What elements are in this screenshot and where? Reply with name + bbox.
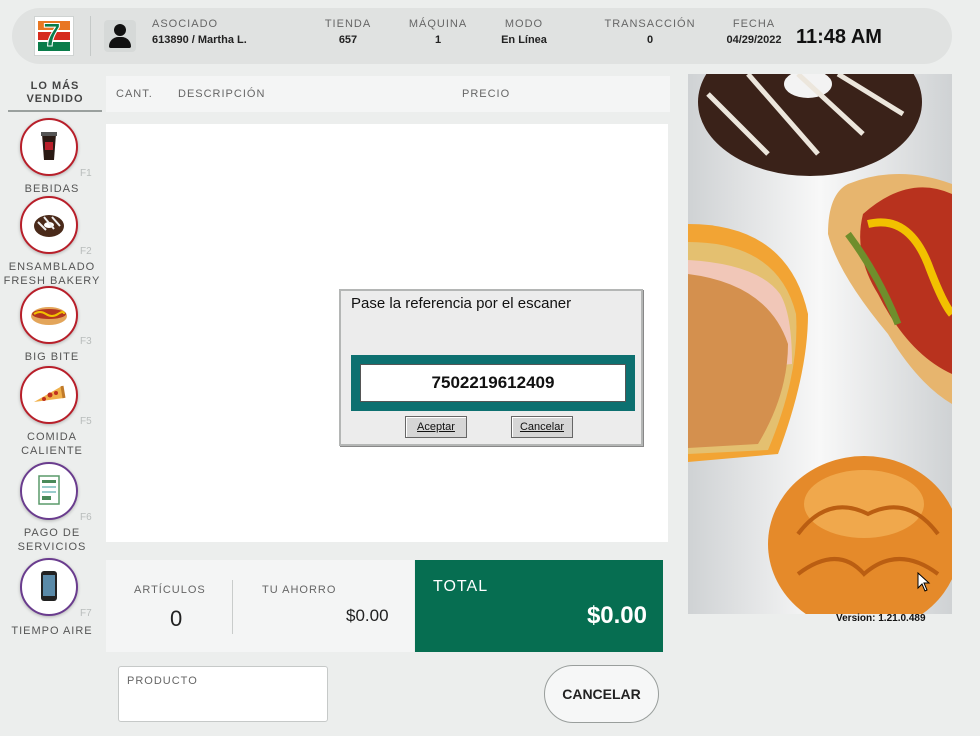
drink-cup-icon (20, 118, 78, 176)
mode-field: MODO En Línea (492, 18, 556, 46)
category-label: COMIDA CALIENTE (21, 431, 83, 457)
product-input[interactable]: PRODUCTO (118, 666, 328, 722)
product-label: PRODUCTO (127, 675, 198, 687)
version-label: Version: 1.21.0.489 (836, 613, 926, 624)
machine-value: 1 (434, 34, 442, 46)
donut-icon (20, 196, 78, 254)
column-qty: CANT. (116, 88, 153, 100)
header-divider (90, 16, 91, 56)
hotdog-image (828, 174, 952, 404)
total-label: TOTAL (433, 578, 489, 595)
shortcut-f7: F7 (80, 608, 92, 619)
date-field: FECHA 04/29/2022 (720, 18, 788, 46)
barcode-input[interactable] (360, 364, 626, 402)
column-description: DESCRIPCIÓN (178, 88, 266, 100)
bill-icon (20, 462, 78, 520)
scan-input-frame (351, 355, 635, 411)
items-count-value: 0 (170, 606, 183, 631)
date-label: FECHA (732, 18, 776, 30)
category-label: BEBIDAS (24, 183, 80, 195)
savings-label: TU AHORRO (262, 584, 337, 596)
accept-button[interactable]: Aceptar (405, 416, 467, 438)
total-value: $0.00 (586, 602, 647, 629)
totals-divider (232, 580, 233, 634)
savings-value: $0.00 (346, 606, 389, 625)
store-label: TIENDA (324, 18, 372, 30)
machine-field: MÁQUINA 1 (404, 18, 472, 46)
shortcut-f6: F6 (80, 512, 92, 523)
shortcut-f1: F1 (80, 168, 92, 179)
transaction-label: TRANSACCIÓN (604, 18, 696, 30)
category-sidebar: LO MÁS VENDIDO F1 BEBIDAS F2 ENSAMBLADO … (0, 74, 104, 654)
mouse-cursor-icon (917, 572, 931, 592)
dialog-title: Pase la referencia por el escaner (351, 295, 572, 312)
transaction-value: 0 (646, 34, 654, 46)
donut-image (698, 74, 922, 176)
total-panel: TOTAL $0.00 (415, 560, 663, 652)
shortcut-f2: F2 (80, 246, 92, 257)
shortcut-f3: F3 (80, 336, 92, 347)
items-table-header: CANT. DESCRIPCIÓN PRECIO (106, 76, 670, 112)
store-field: TIENDA 657 (318, 18, 378, 46)
header-bar: 7 ASOCIADO 613890 / Martha L. TIENDA 657… (12, 8, 952, 64)
user-icon (104, 20, 136, 52)
store-value: 657 (338, 34, 358, 46)
associate-value: 613890 / Martha L. (152, 34, 247, 46)
dialog-cancel-button[interactable]: Cancelar (511, 416, 573, 438)
hotdog-icon (20, 286, 78, 344)
category-label: ENSAMBLADO FRESH BAKERY (3, 261, 101, 287)
machine-label: MÁQUINA (408, 18, 468, 30)
mode-value: En Línea (501, 34, 547, 46)
transaction-field: TRANSACCIÓN 0 (600, 18, 700, 46)
date-value: 04/29/2022 (726, 34, 782, 46)
column-price: PRECIO (462, 88, 511, 100)
items-count-label: ARTÍCULOS (134, 584, 206, 596)
shortcut-f5: F5 (80, 416, 92, 427)
category-label: BIG BITE (24, 351, 80, 363)
associate-label: ASOCIADO (152, 18, 219, 30)
phone-icon (20, 558, 78, 616)
pizza-icon (20, 366, 78, 424)
category-label: PAGO DE SERVICIOS (17, 527, 87, 553)
sandwich-image (688, 224, 808, 462)
promo-image (688, 74, 952, 614)
seven-eleven-logo: 7 (34, 16, 74, 56)
associate-field: ASOCIADO 613890 / Martha L. (152, 18, 247, 46)
mode-label: MODO (504, 18, 544, 30)
sidebar-title: LO MÁS VENDIDO (8, 80, 102, 112)
clock: 11:48 AM (796, 26, 882, 48)
scan-dialog: Pase la referencia por el escaner Acepta… (339, 289, 643, 446)
totals-summary: ARTÍCULOS 0 TU AHORRO $0.00 (106, 560, 414, 652)
category-label: TIEMPO AIRE (11, 625, 93, 637)
cancel-transaction-button[interactable]: CANCELAR (544, 665, 659, 723)
